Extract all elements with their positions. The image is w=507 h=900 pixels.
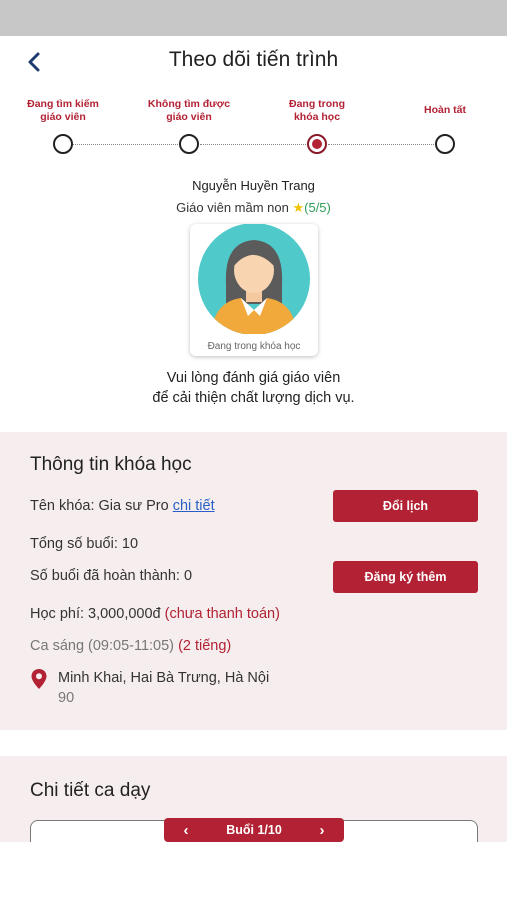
- session-pager: ‹ Buổi 1/10 ›: [164, 818, 344, 842]
- step-dot: [179, 134, 199, 154]
- session-pager-label: Buổi 1/10: [226, 823, 282, 837]
- step-in-course: Đang trong khóa học: [262, 96, 372, 154]
- shift-row: Ca sáng (09:05-11:05) (2 tiếng): [30, 638, 231, 654]
- step-completed: Hoàn tất: [390, 96, 500, 154]
- next-session-button[interactable]: ›: [308, 818, 336, 842]
- avatar: [198, 224, 310, 334]
- course-name-row: Tên khóa: Gia sư Pro chi tiết: [30, 498, 215, 514]
- course-name: Tên khóa: Gia sư Pro: [30, 498, 169, 514]
- step-connector: [200, 144, 306, 145]
- address: Minh Khai, Hai Bà Trưng, Hà Nội: [58, 670, 270, 686]
- teacher-name: Nguyễn Huyền Trang: [192, 178, 315, 193]
- step-connector: [328, 144, 434, 145]
- step-not-found: Không tìm được giáo viên: [134, 96, 244, 154]
- progress-stepper: Đang tìm kiếm giáo viên Không tìm được giá…: [0, 96, 507, 166]
- star-icon: ★: [292, 200, 305, 215]
- register-more-button[interactable]: Đăng ký thêm: [333, 561, 478, 593]
- page-title: Theo dõi tiến trình: [168, 48, 339, 71]
- step-label: giáo viên: [166, 111, 212, 123]
- section-title: Chi tiết ca dạy: [30, 780, 151, 801]
- teacher-rating: (5/5): [304, 200, 331, 215]
- total-sessions: Tổng số buổi: 10: [30, 536, 139, 552]
- header: Theo dõi tiến trình: [0, 36, 507, 86]
- rate-message: Vui lòng đánh giá giáo viên để cải thiện…: [0, 368, 507, 408]
- rate-message-line: để cải thiện chất lượng dịch vụ.: [152, 390, 355, 406]
- teacher-avatar-card[interactable]: Đang trong khóa học: [190, 224, 318, 356]
- address-extra: 90: [58, 690, 75, 706]
- shift-duration: (2 tiếng): [178, 638, 232, 654]
- course-info-section: Thông tin khóa học Tên khóa: Gia sư Pro …: [0, 432, 507, 730]
- section-gap: [0, 730, 507, 756]
- map-pin-icon: [31, 669, 47, 689]
- bottom-area: [0, 842, 507, 900]
- step-label: Không tìm được: [147, 98, 231, 110]
- prev-session-button[interactable]: ‹: [172, 818, 200, 842]
- step-connector: [72, 144, 178, 145]
- fee-row: Học phí: 3,000,000đ (chưa thanh toán): [30, 606, 280, 622]
- shift: Ca sáng (09:05-11:05): [30, 638, 175, 654]
- completed-sessions: Số buổi đã hoàn thành: 0: [30, 568, 193, 584]
- fee: Học phí: 3,000,000đ: [30, 606, 161, 622]
- step-dot: [53, 134, 73, 154]
- step-dot: [435, 134, 455, 154]
- avatar-caption: Đang trong khóa học: [207, 341, 301, 352]
- step-label: Đang trong: [289, 98, 345, 110]
- course-detail-link[interactable]: chi tiết: [173, 498, 215, 514]
- step-label: khóa học: [293, 111, 341, 123]
- status-bar: [0, 0, 507, 36]
- fee-status: (chưa thanh toán): [164, 606, 280, 622]
- teacher-role: Giáo viên mầm non: [176, 200, 289, 215]
- step-searching: Đang tìm kiếm giáo viên: [8, 96, 118, 154]
- reschedule-button[interactable]: Đổi lịch: [333, 490, 478, 522]
- teacher-info: Nguyễn Huyền Trang Giáo viên mầm non ★(5…: [0, 178, 507, 216]
- step-dot-active: [307, 134, 327, 154]
- section-title: Thông tin khóa học: [30, 454, 192, 475]
- rate-message-line: Vui lòng đánh giá giáo viên: [166, 370, 341, 386]
- step-label: Hoàn tất: [424, 103, 466, 116]
- step-label: giáo viên: [40, 111, 86, 123]
- step-label: Đang tìm kiếm: [27, 98, 99, 110]
